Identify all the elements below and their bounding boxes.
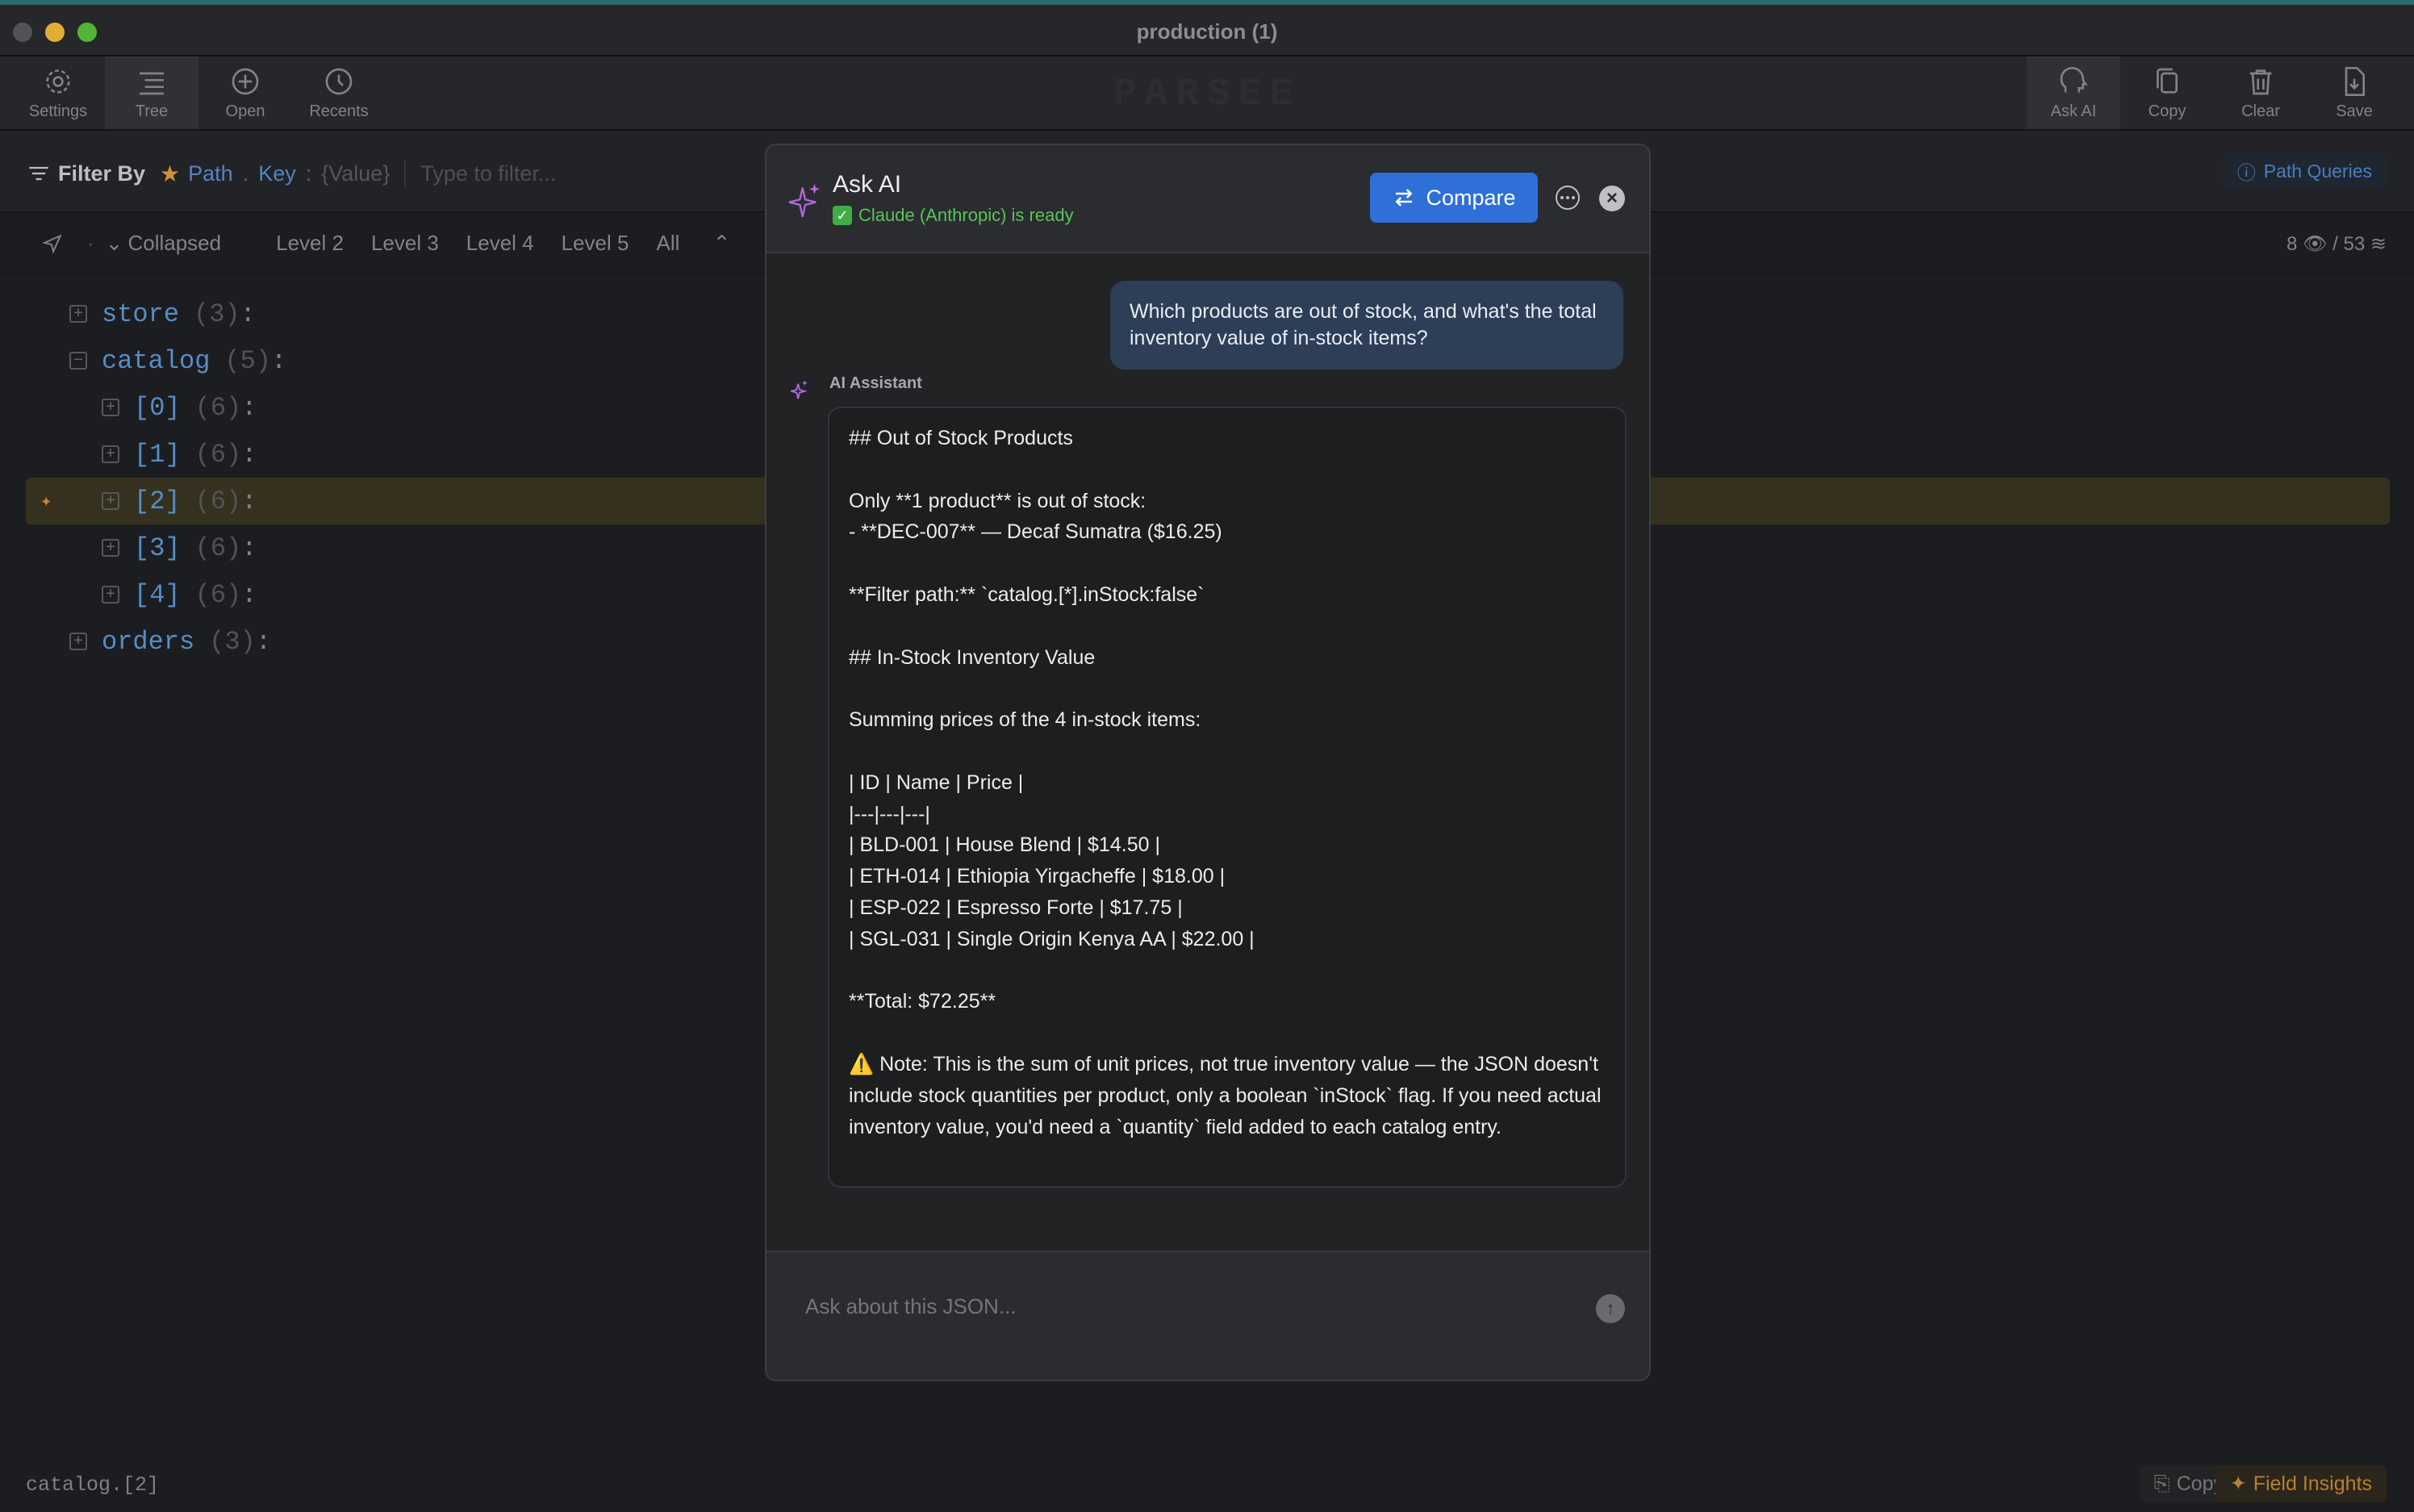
response-line: |---|---|---| — [849, 802, 930, 825]
ask-input[interactable] — [805, 1294, 1547, 1319]
dialog-header: Ask AI ✓ Claude (Anthropic) is ready Com… — [766, 145, 1649, 253]
more-options-icon[interactable] — [1556, 186, 1580, 210]
response-line: ## In-Stock Inventory Value — [849, 645, 1096, 669]
response-line: - **DEC-007** — Decaf Sumatra ($16.25) — [849, 520, 1222, 544]
response-note: ⚠️ Note: This is the sum of unit prices,… — [849, 1052, 1602, 1138]
app-window: production (1) PARSEE Settings Tree Open… — [0, 0, 2414, 1512]
send-arrow-icon[interactable]: ↑ — [1596, 1294, 1625, 1323]
response-line — [849, 611, 1606, 642]
response-line: | SGL-031 | Single Origin Kenya AA | $22… — [849, 927, 1255, 950]
response-line — [849, 1017, 1606, 1049]
provider-status: ✓ Claude (Anthropic) is ready — [833, 205, 1074, 226]
provider-status-text: Claude (Anthropic) is ready — [858, 205, 1074, 225]
checkmark-icon: ✓ — [833, 206, 852, 225]
sparkle-icon — [789, 183, 821, 217]
response-line: Only **1 product** is out of stock: — [849, 489, 1146, 512]
ask-ai-dialog: Ask AI ✓ Claude (Anthropic) is ready Com… — [765, 144, 1651, 1381]
response-line: **Total: $72.25** — [849, 990, 996, 1013]
swap-arrows-icon — [1395, 189, 1413, 207]
compare-label: Compare — [1426, 185, 1516, 210]
response-line: Summing prices of the 4 in-stock items: — [849, 708, 1201, 732]
response-line: **Filter path:** `catalog.[*].inStock:fa… — [849, 583, 1205, 606]
compare-button[interactable]: Compare — [1370, 173, 1538, 223]
dialog-title: Ask AI — [833, 171, 902, 198]
response-line: | ID | Name | Price | — [849, 771, 1024, 794]
response-line — [849, 454, 1606, 486]
close-icon[interactable]: × — [1599, 186, 1625, 211]
user-message: Which products are out of stock, and wha… — [1110, 281, 1623, 370]
response-line: | BLD-001 | House Blend | $14.50 | — [849, 833, 1160, 857]
chat-input-area: ↑ — [766, 1251, 1649, 1380]
assistant-label: AI Assistant — [829, 374, 922, 392]
response-line: | ESP-022 | Espresso Forte | $17.75 | — [849, 896, 1183, 919]
response-line — [849, 673, 1606, 704]
assistant-message: ## Out of Stock Products Only **1 produc… — [828, 407, 1627, 1188]
response-line — [849, 548, 1606, 579]
assistant-sparkle-icon — [791, 380, 808, 399]
response-line — [849, 955, 1606, 987]
response-line — [849, 736, 1606, 767]
chat-thread: Which products are out of stock, and wha… — [766, 253, 1649, 1251]
response-line: | ETH-014 | Ethiopia Yirgacheffe | $18.0… — [849, 865, 1226, 888]
response-line: ## Out of Stock Products — [849, 427, 1073, 449]
